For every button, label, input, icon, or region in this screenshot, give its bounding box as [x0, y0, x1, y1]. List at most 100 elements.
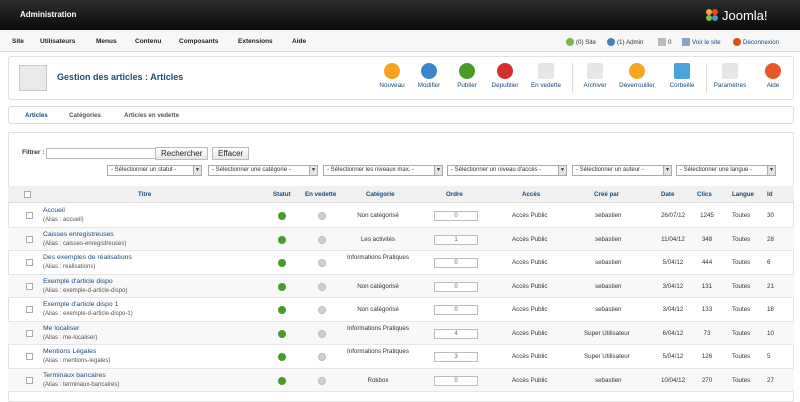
menu-composants[interactable]: Composants: [179, 38, 218, 45]
col-created-by[interactable]: Créé par: [594, 191, 619, 198]
col-language[interactable]: Langue: [732, 191, 754, 198]
article-access: Accès Public: [512, 282, 548, 290]
row-checkbox[interactable]: [26, 306, 33, 313]
ordering-input[interactable]: 0: [434, 305, 478, 315]
article-author[interactable]: sebastien: [595, 259, 622, 266]
new-button[interactable]: Nouveau: [372, 63, 412, 89]
col-featured[interactable]: En vedette: [305, 191, 336, 198]
unpublish-button[interactable]: Dépublier: [485, 63, 525, 89]
article-title-link[interactable]: Mentions Légales: [43, 348, 96, 355]
trash-button[interactable]: Corbeille: [662, 63, 702, 89]
row-checkbox[interactable]: [26, 329, 33, 337]
published-icon[interactable]: [278, 282, 286, 291]
not-featured-icon[interactable]: [318, 376, 326, 385]
published-icon[interactable]: [278, 329, 286, 338]
article-title-link[interactable]: Exemple d'article dispo: [43, 278, 113, 285]
ordering-input[interactable]: 0: [434, 258, 478, 268]
status-admin[interactable]: (1) Admin: [607, 38, 643, 46]
published-icon[interactable]: [278, 235, 286, 244]
search-button[interactable]: Rechercher: [155, 147, 209, 160]
chevron-down-icon: ▼: [309, 166, 317, 175]
article-author[interactable]: Super Utilisateur: [584, 353, 630, 360]
col-ordering[interactable]: Ordre: [446, 191, 463, 198]
edit-button[interactable]: Modifier: [409, 63, 449, 89]
tab-articles[interactable]: Articles: [25, 112, 48, 119]
published-icon[interactable]: [278, 259, 286, 267]
ordering-input[interactable]: 0: [434, 211, 478, 221]
featured-button[interactable]: En vedette: [526, 63, 566, 89]
col-hits[interactable]: Clics: [697, 191, 712, 198]
publish-button[interactable]: Publier: [447, 63, 487, 89]
checkin-button[interactable]: Déverrouiller: [617, 63, 657, 89]
col-status[interactable]: Statut: [273, 191, 291, 198]
not-featured-icon[interactable]: [318, 329, 326, 338]
row-checkbox[interactable]: [26, 282, 33, 290]
logout-label: Déconnexion: [743, 38, 780, 46]
article-title-link[interactable]: Terminaux bancaires: [43, 372, 106, 379]
article-title-link[interactable]: Caisses enregistreuses: [43, 231, 114, 238]
ordering-input[interactable]: 3: [434, 352, 478, 362]
col-date[interactable]: Date: [661, 191, 674, 198]
menu-menus[interactable]: Menus: [96, 38, 117, 45]
level-select[interactable]: - Sélectionner les niveaux max. - ▼: [323, 165, 443, 176]
reset-button[interactable]: Effacer: [212, 147, 250, 160]
row-checkbox[interactable]: [26, 376, 33, 384]
not-featured-icon[interactable]: [318, 306, 326, 314]
options-button[interactable]: Paramètres: [710, 63, 750, 89]
article-title-link[interactable]: Accueil: [43, 207, 65, 214]
article-title-link[interactable]: Me localiser: [43, 325, 79, 332]
category-select[interactable]: - Sélectionner une catégorie - ▼: [208, 165, 318, 176]
not-featured-icon[interactable]: [318, 235, 326, 244]
tab-categories[interactable]: Catégories: [69, 112, 101, 119]
tab-featured-articles[interactable]: Articles en vedette: [124, 112, 179, 119]
article-author[interactable]: sebastien: [595, 283, 622, 290]
col-id[interactable]: Id: [767, 191, 773, 198]
status-select[interactable]: - Sélectionner un statut - ▼: [107, 165, 202, 176]
view-site-link[interactable]: Voir le site: [682, 38, 721, 46]
row-checkbox[interactable]: [26, 353, 33, 360]
not-featured-icon[interactable]: [318, 259, 326, 267]
not-featured-icon[interactable]: [318, 212, 326, 220]
author-select[interactable]: - Sélectionner un auteur - ▼: [572, 165, 672, 176]
col-title[interactable]: Titre: [138, 191, 151, 198]
article-category: Informations Pratiques: [347, 324, 409, 332]
row-checkbox[interactable]: [26, 235, 33, 243]
ordering-input[interactable]: 1: [434, 234, 478, 245]
published-icon[interactable]: [278, 353, 286, 361]
col-access[interactable]: Accès: [522, 191, 540, 198]
col-category[interactable]: Catégorie: [366, 191, 395, 198]
ordering-input[interactable]: 0: [434, 375, 478, 386]
published-icon[interactable]: [278, 306, 286, 314]
status-site[interactable]: (0) Site: [566, 38, 596, 46]
archive-button[interactable]: Archiver: [575, 63, 615, 89]
status-messages[interactable]: 0: [658, 38, 671, 46]
select-all-checkbox[interactable]: [24, 191, 31, 198]
article-language: Toutes: [732, 282, 751, 290]
logout-link[interactable]: Déconnexion: [733, 38, 779, 46]
article-author[interactable]: sebastien: [595, 306, 622, 313]
language-select[interactable]: - Sélectionner une langue - ▼: [676, 165, 776, 176]
not-featured-icon[interactable]: [318, 353, 326, 361]
article-title-link[interactable]: Des exemples de réalisations: [43, 254, 132, 261]
article-author[interactable]: Super Utilisateur: [584, 330, 630, 337]
help-button[interactable]: Aide: [753, 63, 793, 89]
ordering-input[interactable]: 4: [434, 328, 478, 339]
article-id: 6: [767, 259, 771, 266]
menu-aide[interactable]: Aide: [292, 38, 306, 45]
ordering-input[interactable]: 0: [434, 281, 478, 292]
access-select[interactable]: - Sélectionner un niveau d'accès - ▼: [447, 165, 567, 176]
article-author[interactable]: sebastien: [595, 212, 622, 219]
row-checkbox[interactable]: [26, 259, 33, 266]
article-title-link[interactable]: Exemple d'article dispo 1: [43, 301, 118, 308]
menu-utilisateurs[interactable]: Utilisateurs: [40, 38, 75, 45]
article-author[interactable]: sebastien: [595, 377, 622, 384]
article-author[interactable]: sebastien: [595, 236, 622, 243]
menu-site[interactable]: Site: [12, 38, 24, 45]
not-featured-icon[interactable]: [318, 282, 326, 291]
published-icon[interactable]: [278, 212, 286, 220]
filter-input[interactable]: [46, 148, 158, 159]
menu-contenu[interactable]: Contenu: [135, 38, 161, 45]
published-icon[interactable]: [278, 376, 286, 385]
menu-extensions[interactable]: Extensions: [238, 38, 273, 45]
row-checkbox[interactable]: [26, 212, 33, 219]
